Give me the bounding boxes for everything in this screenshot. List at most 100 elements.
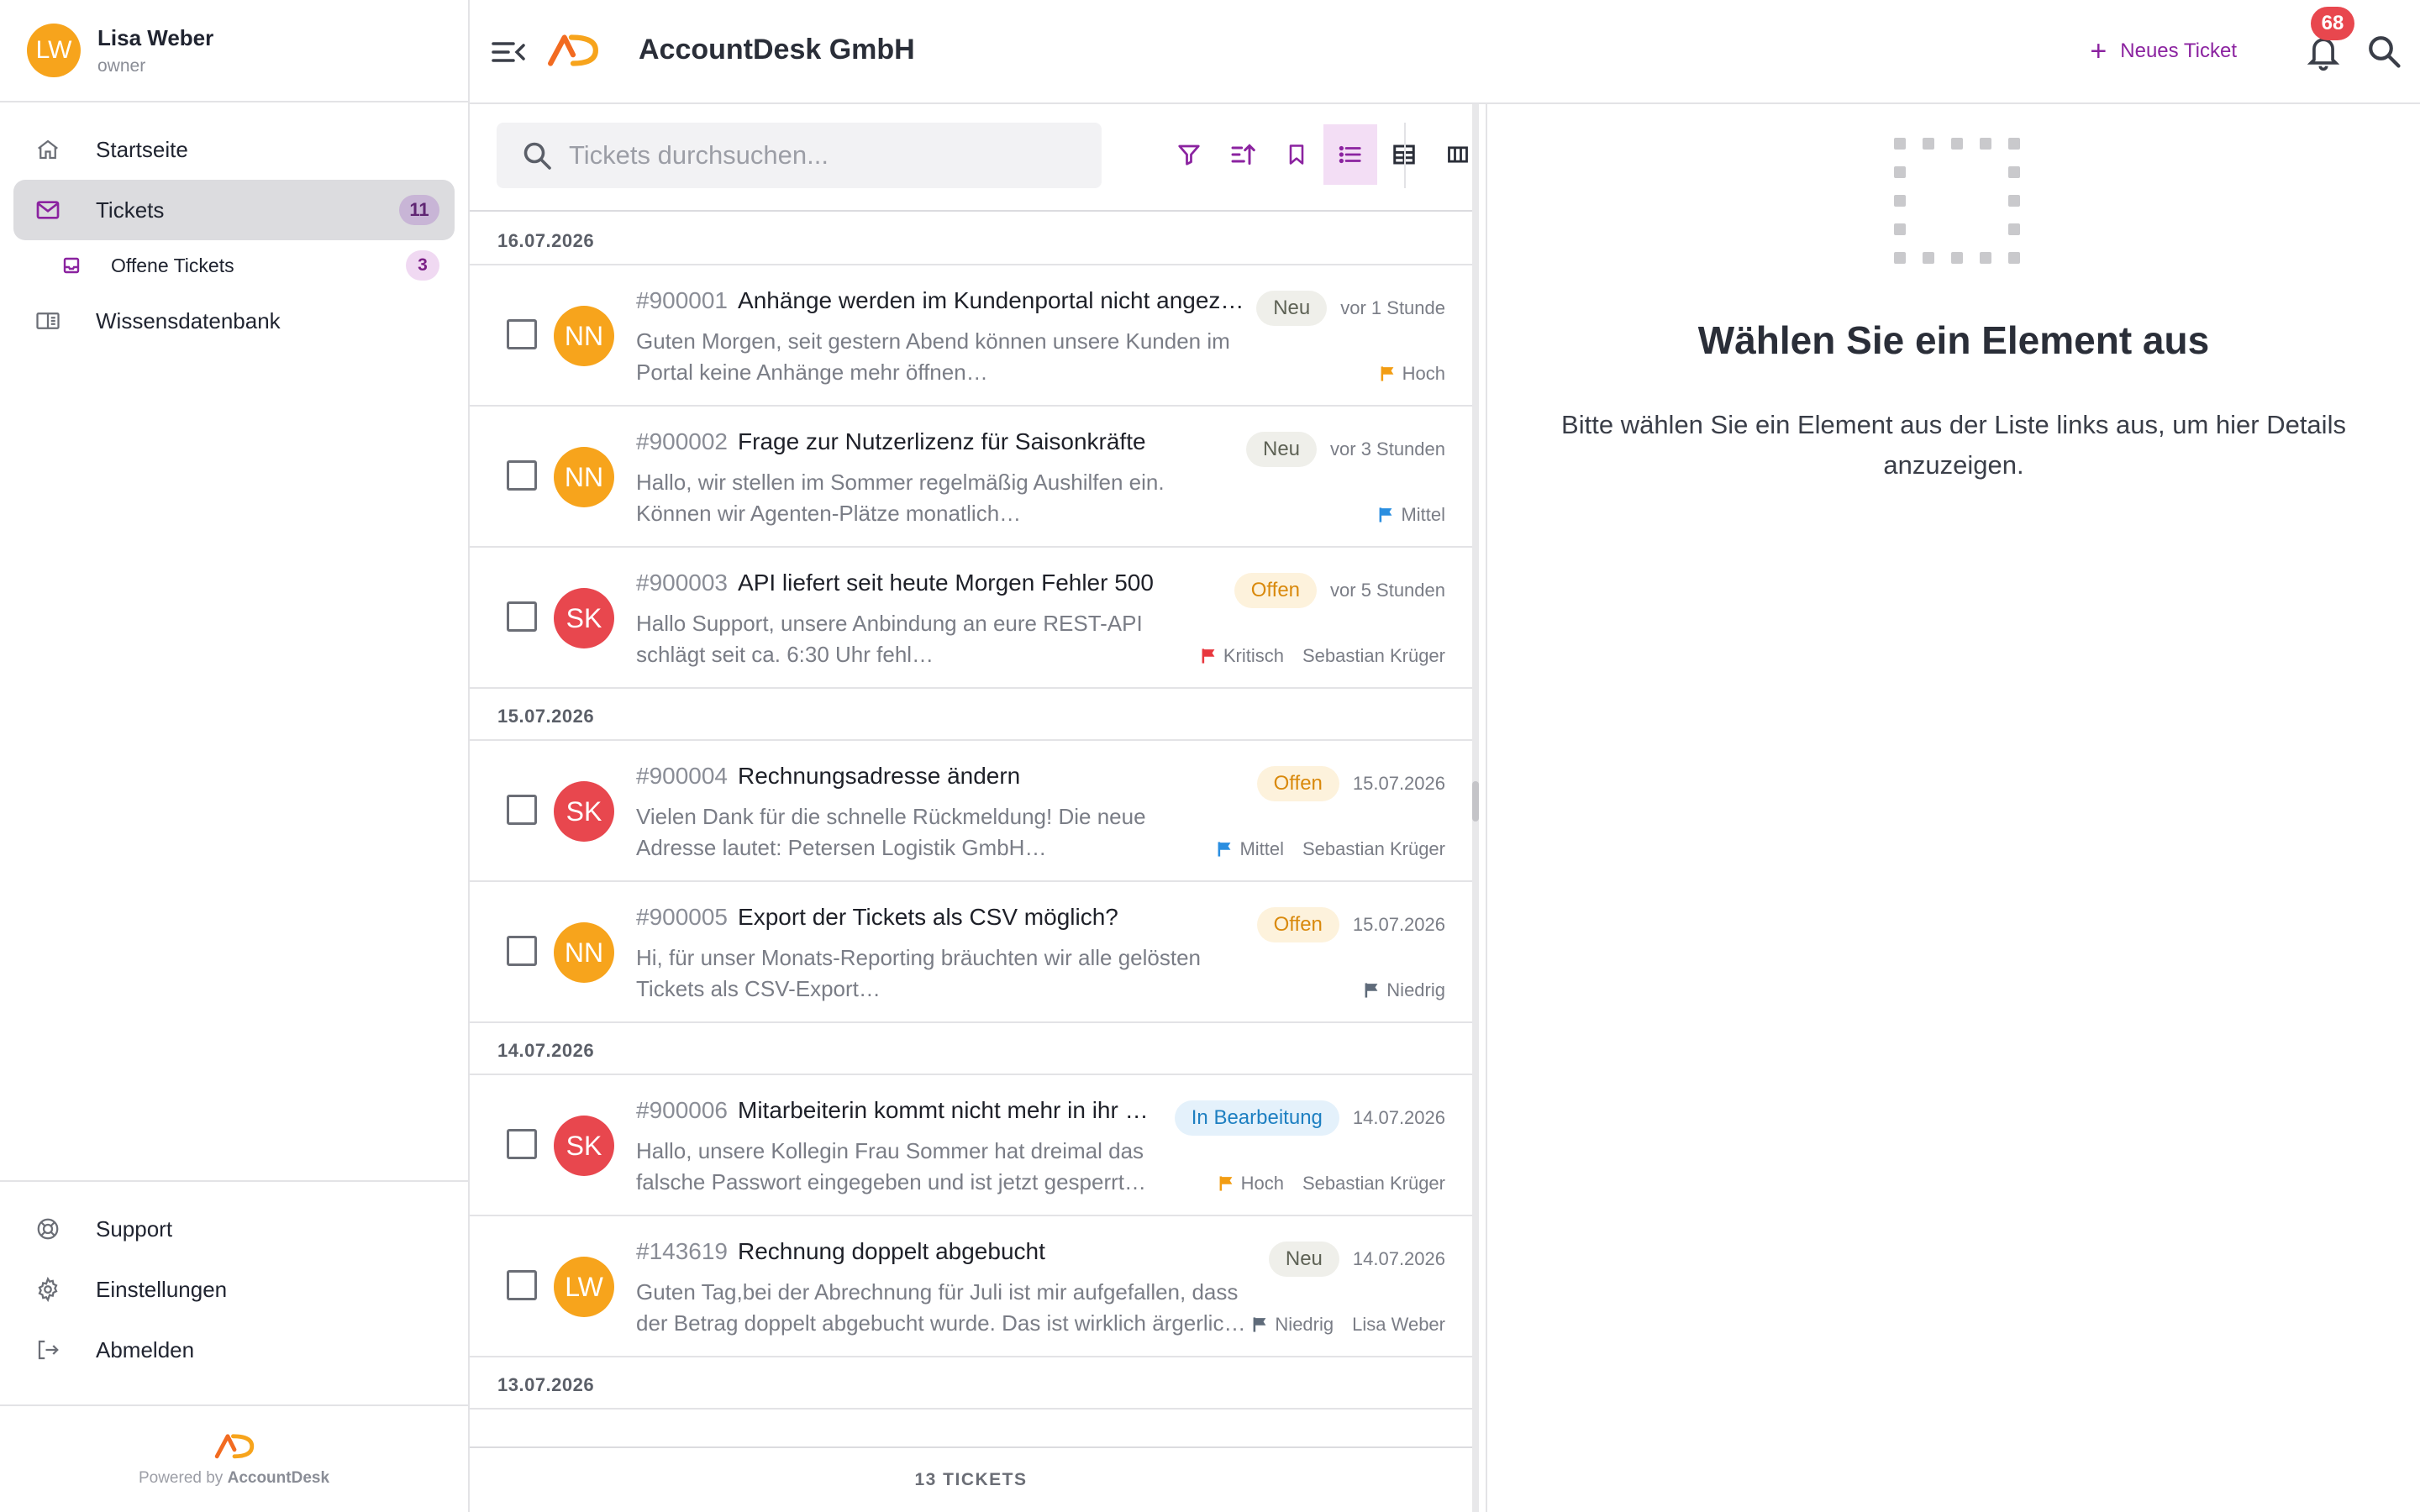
ticket-time: vor 5 Stunden [1330, 580, 1445, 601]
ticket-preview: Guten Tag,bei der Abrechnung für Juli is… [636, 1277, 1249, 1339]
ticket-meta-bottom: Niedrig Lisa Weber [1253, 1314, 1445, 1336]
gear-icon [34, 1275, 62, 1304]
ticket-row[interactable]: NN #900002 Frage zur Nutzerlizenz für Sai… [470, 407, 1472, 548]
ticket-row[interactable]: SK #900004 Rechnungsadresse ändern Vielen… [470, 741, 1472, 882]
plus-icon: + [2090, 35, 2107, 67]
flag-icon [1380, 507, 1392, 522]
company-name: AccountDesk GmbH [639, 34, 915, 66]
ticket-preview-line: der Betrag doppelt abgebucht wurde. Das … [636, 1310, 1246, 1336]
ticket-meta-top: Neu vor 3 Stunden [1245, 432, 1445, 467]
ticket-preview: Vielen Dank für die schnelle Rückmeldung… [636, 801, 1249, 864]
ticket-subject: API liefert seit heute Morgen Fehler 500 [738, 570, 1154, 596]
nav-item-settings[interactable]: Einstellungen [13, 1259, 455, 1320]
filter-icon[interactable] [1162, 124, 1216, 185]
ticket-time: 15.07.2026 [1352, 914, 1445, 935]
assignee: Sebastian Krüger [1302, 1173, 1445, 1194]
status-badge: Neu [1268, 1242, 1339, 1277]
bookmark-icon[interactable] [1270, 124, 1323, 185]
nav-item-knowledge[interactable]: Wissensdatenbank [13, 291, 455, 351]
nav-label-settings: Einstellungen [96, 1276, 228, 1302]
ticket-search[interactable] [497, 123, 1102, 188]
new-ticket-button[interactable]: + Neues Ticket [2090, 37, 2237, 66]
ticket-number: #143619 [636, 1238, 729, 1264]
list-scrollbar[interactable] [1472, 104, 1479, 1512]
flag-icon [1218, 842, 1231, 857]
empty-selection-icon [1894, 138, 2020, 268]
ticket-subject: Export der Tickets als CSV möglich? [738, 904, 1118, 930]
ticket-preview-line: Hallo, wir stellen im Sommer regelmäßig … [636, 470, 1165, 495]
ticket-meta-top: In Bearbeitung 14.07.2026 [1174, 1100, 1445, 1136]
menu-collapse-icon[interactable] [490, 35, 527, 69]
nav-item-support[interactable]: Support [13, 1199, 455, 1259]
ticket-row[interactable]: LW #143619 Rechnung doppelt abgebucht Gut… [470, 1216, 1472, 1357]
mail-icon [34, 196, 62, 224]
ticket-checkbox[interactable] [507, 1270, 537, 1300]
list-view-icon[interactable] [1323, 124, 1377, 185]
ticket-row[interactable]: SK #900006 Mitarbeiterin kommt nicht mehr… [470, 1075, 1472, 1216]
logout-icon [34, 1336, 62, 1364]
sidebar-footer: Powered by AccountDesk [0, 1404, 468, 1512]
ticket-subject: Anhänge werden im Kundenportal nicht ang… [738, 287, 1244, 313]
ticket-meta-bottom: Hoch [1381, 363, 1445, 385]
ticket-preview-line: Können wir Agenten-Plätze monatlich… [636, 501, 1022, 526]
assignee: Lisa Weber [1352, 1314, 1445, 1335]
priority-label: Niedrig [1275, 1314, 1334, 1335]
ticket-preview-line: Guten Tag,bei der Abrechnung für Juli is… [636, 1279, 1239, 1305]
ticket-title: #143619 Rechnung doppelt abgebucht [636, 1238, 1258, 1265]
nav-label-home: Startseite [96, 136, 188, 162]
status-badge: Offen [1234, 573, 1318, 608]
ticket-time: vor 1 Stunde [1340, 297, 1445, 318]
tickets-count-badge: 11 [399, 195, 439, 225]
ticket-checkbox[interactable] [507, 601, 537, 632]
ticket-checkbox[interactable] [507, 319, 537, 349]
ticket-title: #900006 Mitarbeiterin kommt nicht mehr in… [636, 1097, 1258, 1124]
status-badge: Offen [1256, 907, 1339, 942]
sidebar-bottom-nav: Support Einstellungen Abmelden [0, 1180, 468, 1380]
accountdesk-logo [214, 1434, 254, 1459]
open-tickets-count-badge: 3 [406, 250, 439, 281]
sort-icon[interactable] [1216, 124, 1270, 185]
priority-label: Niedrig [1386, 979, 1445, 1000]
ticket-checkbox[interactable] [507, 1129, 537, 1159]
ticket-count-footer: 13 TICKETS [470, 1446, 1472, 1512]
ticket-checkbox[interactable] [507, 460, 537, 491]
ticket-meta-top: Offen 15.07.2026 [1256, 766, 1445, 801]
toolbar-divider [1404, 123, 1406, 188]
notification-count-badge: 68 [2311, 7, 2354, 40]
priority: Hoch [1381, 363, 1445, 385]
priority: Mittel [1218, 838, 1284, 860]
book-icon [34, 307, 62, 335]
detail-panel: Wählen Sie ein Element aus Bitte wählen … [1486, 104, 2420, 1512]
ticket-subject: Frage zur Nutzerlizenz für Saisonkräfte [738, 428, 1146, 454]
nav-item-tickets[interactable]: Tickets 11 [13, 180, 455, 240]
user-profile[interactable]: LW Lisa Weber owner [0, 0, 468, 102]
search-icon[interactable] [2366, 34, 2402, 69]
ticket-meta-bottom: Hoch Sebastian Krüger [1219, 1173, 1445, 1194]
ticket-preview: Guten Morgen, seit gestern Abend können … [636, 326, 1249, 388]
nav-item-home[interactable]: Startseite [13, 119, 455, 180]
ticket-meta-bottom: Niedrig [1365, 979, 1445, 1001]
user-avatar: LW [27, 24, 81, 77]
nav-item-open-tickets[interactable]: Offene Tickets 3 [13, 240, 455, 291]
ticket-preview-line: Portal keine Anhänge mehr öffnen… [636, 360, 988, 385]
nav-item-logout[interactable]: Abmelden [13, 1320, 455, 1380]
ticket-preview-line: Hi, für unser Monats-Reporting bräuchten… [636, 945, 1202, 970]
ticket-preview: Hallo Support, unsere Anbindung an eure … [636, 608, 1249, 670]
nav-label-logout: Abmelden [96, 1336, 195, 1362]
ticket-row[interactable]: NN #900005 Export der Tickets als CSV mög… [470, 882, 1472, 1023]
ticket-checkbox[interactable] [507, 936, 537, 966]
ticket-row[interactable]: SK #900003 API liefert seit heute Morgen … [470, 548, 1472, 689]
app-logo [547, 30, 599, 73]
ticket-title: #900001 Anhänge werden im Kundenportal ni… [636, 287, 1258, 314]
scrollbar-thumb[interactable] [1472, 781, 1479, 822]
requester-avatar: NN [554, 447, 614, 507]
ticket-search-input[interactable] [569, 140, 1073, 171]
ticket-number: #900003 [636, 570, 729, 596]
ticket-time: vor 3 Stunden [1330, 438, 1445, 459]
assignee: Sebastian Krüger [1302, 838, 1445, 859]
ticket-row[interactable]: NN #900001 Anhänge werden im Kundenportal… [470, 265, 1472, 407]
priority: Hoch [1219, 1173, 1284, 1194]
inbox-icon [60, 255, 82, 276]
priority-label: Mittel [1239, 838, 1284, 859]
ticket-checkbox[interactable] [507, 795, 537, 825]
